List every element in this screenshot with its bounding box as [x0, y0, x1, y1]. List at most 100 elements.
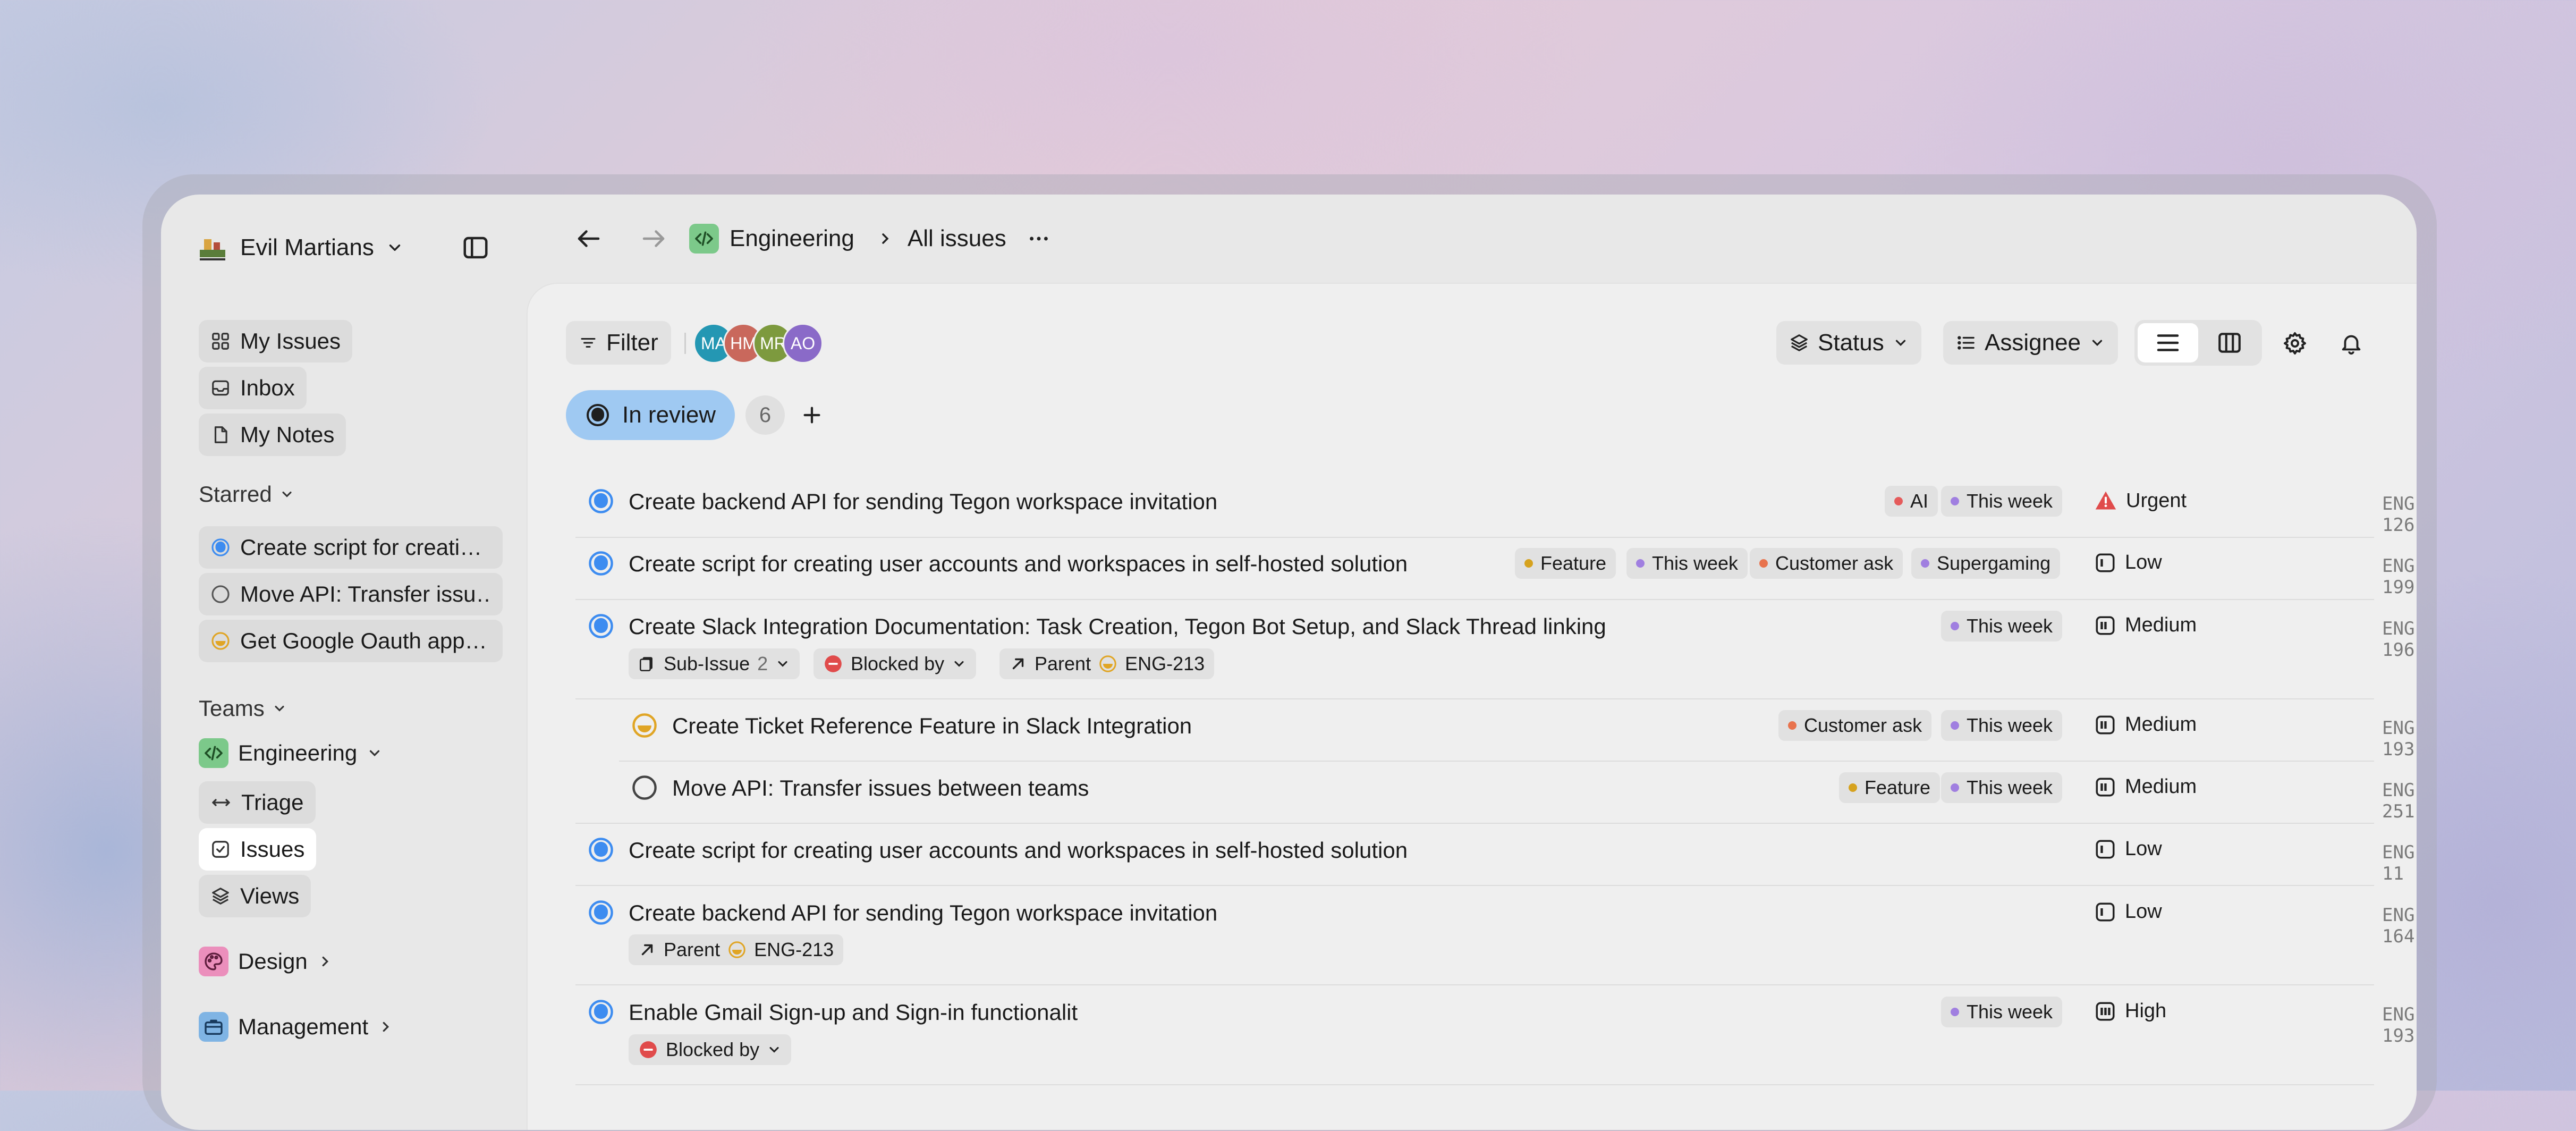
- label-dot: [1759, 559, 1768, 568]
- issue-title[interactable]: Create script for creating user accounts…: [629, 838, 1408, 863]
- priority[interactable]: High: [2094, 1000, 2166, 1023]
- chevron-down-icon: [1893, 335, 1909, 351]
- forward-arrow-icon[interactable]: [635, 220, 672, 257]
- label-text: This week: [1967, 615, 2053, 637]
- parent-id: ENG-213: [754, 939, 834, 960]
- starred-item[interactable]: Move API: Transfer issu…: [199, 573, 503, 615]
- back-arrow-icon[interactable]: [570, 220, 607, 257]
- team-management[interactable]: Management: [199, 1008, 394, 1045]
- bell-icon[interactable]: [2334, 326, 2368, 360]
- priority[interactable]: Low: [2094, 900, 2162, 923]
- team-engineering[interactable]: Engineering: [199, 735, 383, 772]
- priority[interactable]: Low: [2094, 838, 2162, 860]
- list-view-button[interactable]: [2138, 323, 2198, 362]
- sidebar-item-views[interactable]: Views: [199, 875, 311, 917]
- priority[interactable]: Medium: [2094, 775, 2197, 798]
- issue-label[interactable]: This week: [1941, 611, 2063, 642]
- teams-section-header[interactable]: Teams: [199, 693, 287, 724]
- palette-icon: [199, 947, 228, 976]
- parent-chip[interactable]: Parent ENG-213: [999, 648, 1215, 679]
- issue-title[interactable]: Create script for creating user accounts…: [629, 551, 1408, 577]
- sub-issue-chip[interactable]: Sub-Issue 2: [629, 648, 800, 679]
- starred-section-header[interactable]: Starred: [199, 478, 294, 510]
- arrows-icon: [210, 792, 232, 813]
- assignee-avatar-group[interactable]: MA HM MR AO: [693, 323, 823, 364]
- chevron-down-icon: [775, 656, 790, 671]
- group-by-status-button[interactable]: Status: [1776, 321, 1921, 365]
- issue-label[interactable]: This week: [1941, 997, 2063, 1027]
- chevron-down-icon: [279, 487, 294, 502]
- starred-item[interactable]: Get Google Oauth app…: [199, 620, 503, 662]
- blocked-icon: [823, 654, 843, 674]
- checkbox-icon: [210, 839, 231, 859]
- issue-id: ENG-126: [2382, 493, 2417, 536]
- sidebar-item-my-issues[interactable]: My Issues: [199, 320, 353, 362]
- status-in-progress-icon: [727, 940, 747, 959]
- settings-icon[interactable]: [2278, 326, 2312, 360]
- more-icon[interactable]: [1027, 226, 1051, 251]
- priority-label: High: [2125, 1000, 2167, 1022]
- sidebar-toggle-icon[interactable]: [459, 231, 493, 265]
- workspace-switcher[interactable]: Evil Martians: [197, 226, 404, 269]
- label-dot: [1894, 497, 1903, 505]
- issue-title[interactable]: Move API: Transfer issues between teams: [672, 775, 1089, 801]
- sidebar-item-inbox[interactable]: Inbox: [199, 367, 307, 409]
- starred-item[interactable]: Create script for creati…: [199, 526, 503, 569]
- row-divider: [575, 984, 2374, 985]
- sidebar-item-label: My Issues: [240, 328, 341, 353]
- avatar[interactable]: AO: [783, 323, 823, 364]
- sidebar-item-triage[interactable]: Triage: [199, 781, 316, 824]
- priority[interactable]: Medium: [2094, 614, 2197, 637]
- inbox-icon: [210, 378, 231, 398]
- priority-high-icon: [2094, 1000, 2116, 1023]
- parent-label: Parent: [664, 939, 721, 960]
- filter-label: Filter: [606, 330, 658, 356]
- label-dot: [1788, 721, 1797, 730]
- issue-title[interactable]: Enable Gmail Sign-up and Sign-in functio…: [629, 1000, 1078, 1025]
- priority-label: Medium: [2125, 775, 2197, 798]
- sidebar-item-issues[interactable]: Issues: [199, 828, 317, 871]
- issue-title[interactable]: Create Slack Integration Documentation: …: [629, 614, 1606, 639]
- issue-label[interactable]: Feature: [1839, 772, 1941, 803]
- briefcase-icon: [199, 1012, 228, 1042]
- label-text: Feature: [1540, 552, 1607, 574]
- issue-label[interactable]: This week: [1941, 772, 2063, 803]
- issue-label[interactable]: This week: [1941, 710, 2063, 741]
- priority[interactable]: Medium: [2094, 713, 2197, 736]
- priority[interactable]: Urgent: [2094, 489, 2187, 512]
- chevron-down-icon: [2089, 335, 2105, 351]
- issue-label[interactable]: Customer ask: [1778, 710, 1932, 741]
- priority-label: Low: [2125, 551, 2162, 573]
- parent-id: ENG-213: [1125, 653, 1205, 674]
- sidebar-item-my-notes[interactable]: My Notes: [199, 413, 346, 456]
- team-design[interactable]: Design: [199, 943, 333, 980]
- issue-label[interactable]: Supergaming: [1911, 548, 2061, 579]
- divider: [684, 333, 686, 354]
- issue-label[interactable]: Customer ask: [1750, 548, 1903, 579]
- issue-label[interactable]: AI: [1885, 486, 1938, 517]
- order-by-assignee-button[interactable]: Assignee: [1943, 321, 2119, 365]
- issue-title[interactable]: Create backend API for sending Tegon wor…: [629, 900, 1217, 926]
- filter-button[interactable]: Filter: [566, 321, 671, 365]
- issue-title[interactable]: Create Ticket Reference Feature in Slack…: [672, 713, 1192, 739]
- board-view-button[interactable]: [2199, 323, 2260, 362]
- breadcrumb-team[interactable]: Engineering: [730, 225, 854, 252]
- chevron-down-icon: [952, 656, 967, 671]
- status-backlog-icon: [210, 584, 231, 604]
- sidebar-item-label: My Notes: [240, 422, 335, 447]
- label-dot: [1951, 1008, 1959, 1016]
- parent-chip[interactable]: Parent ENG-213: [629, 934, 844, 965]
- priority-label: Medium: [2125, 713, 2197, 736]
- chevron-right-icon: [378, 1019, 394, 1035]
- issue-label[interactable]: This week: [1626, 548, 1748, 579]
- group-header-in-review[interactable]: In review: [566, 390, 735, 440]
- priority[interactable]: Low: [2094, 551, 2162, 574]
- issue-label[interactable]: This week: [1941, 486, 2063, 517]
- sub-issue-label: Sub-Issue: [664, 653, 750, 674]
- blocked-by-chip[interactable]: Blocked by: [814, 648, 977, 679]
- issue-label[interactable]: Feature: [1515, 548, 1616, 579]
- blocked-by-chip[interactable]: Blocked by: [629, 1034, 792, 1065]
- label-dot: [1951, 721, 1959, 730]
- add-icon[interactable]: [799, 402, 825, 428]
- issue-title[interactable]: Create backend API for sending Tegon wor…: [629, 489, 1217, 514]
